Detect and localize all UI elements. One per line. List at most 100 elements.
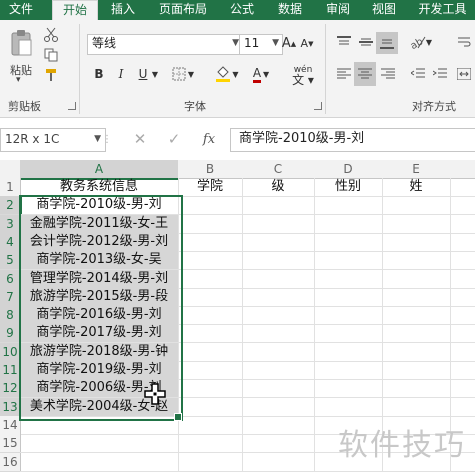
orientation-icon[interactable]: ab ▼: [408, 32, 434, 52]
row-header[interactable]: 7: [0, 287, 22, 307]
cell[interactable]: [178, 397, 243, 417]
cell[interactable]: [178, 269, 243, 289]
cell[interactable]: [242, 232, 315, 252]
resize-handle-icon[interactable]: ⋮: [102, 130, 112, 148]
cell[interactable]: [242, 452, 315, 472]
row-header[interactable]: 6: [0, 269, 22, 289]
chevron-down-icon[interactable]: ▼: [94, 129, 101, 149]
cell[interactable]: 管理学院-2014级-男-刘: [20, 269, 179, 289]
cell[interactable]: [382, 214, 451, 234]
name-box[interactable]: 12R x 1C ▼: [0, 128, 106, 152]
font-launcher-icon[interactable]: [314, 102, 322, 110]
format-painter-icon[interactable]: [42, 66, 60, 84]
cell[interactable]: 学院: [178, 178, 243, 197]
cell[interactable]: [382, 324, 451, 344]
row-header[interactable]: 13: [0, 397, 22, 417]
select-all-corner[interactable]: [0, 160, 21, 179]
paste-icon[interactable]: [8, 28, 34, 58]
cell[interactable]: [382, 232, 451, 252]
cell[interactable]: [178, 415, 243, 435]
tab-view[interactable]: 视图: [364, 0, 404, 20]
cell[interactable]: [242, 269, 315, 289]
cell[interactable]: [382, 251, 451, 271]
cell[interactable]: [314, 251, 383, 271]
cell[interactable]: [382, 361, 451, 380]
grow-font-button[interactable]: A ▲: [280, 34, 298, 53]
row-header[interactable]: 9: [0, 324, 22, 344]
align-bottom-icon[interactable]: [376, 32, 398, 54]
cell[interactable]: [20, 434, 179, 454]
cell[interactable]: [382, 306, 451, 326]
cell[interactable]: [450, 379, 475, 399]
cell[interactable]: [382, 342, 451, 362]
font-name-combo[interactable]: 等线 ▼: [87, 34, 243, 55]
clipboard-launcher-icon[interactable]: [68, 102, 76, 110]
cell[interactable]: [382, 269, 451, 289]
row-header[interactable]: 4: [0, 232, 22, 252]
align-center-icon[interactable]: [354, 62, 376, 86]
cell[interactable]: [314, 196, 383, 216]
cell[interactable]: 商学院-2010级-男-刘: [20, 196, 179, 216]
cell[interactable]: [450, 324, 475, 344]
row-header[interactable]: 11: [0, 361, 22, 380]
cell[interactable]: [314, 214, 383, 234]
cell[interactable]: [242, 342, 315, 362]
cell[interactable]: 金融学院-2011级-女-王: [20, 214, 179, 234]
cell[interactable]: [450, 361, 475, 380]
increase-indent-icon[interactable]: [430, 64, 450, 84]
cell[interactable]: [450, 215, 475, 234]
cell[interactable]: [450, 251, 475, 271]
fill-handle[interactable]: [174, 412, 182, 421]
cell[interactable]: [242, 434, 315, 454]
cell[interactable]: [314, 306, 383, 326]
row-header[interactable]: 16: [0, 452, 21, 472]
cell[interactable]: [178, 342, 243, 362]
cell[interactable]: [178, 251, 243, 271]
cell[interactable]: [382, 397, 451, 417]
cell[interactable]: [178, 306, 243, 326]
cell[interactable]: 商学院-2017级-男-刘: [20, 324, 179, 344]
cell[interactable]: [242, 361, 315, 380]
cell[interactable]: [314, 342, 383, 362]
formula-input[interactable]: 商学院-2010级-男-刘: [230, 128, 475, 152]
cell[interactable]: [314, 287, 383, 307]
font-color-button[interactable]: A ▼: [248, 64, 274, 84]
cell[interactable]: [178, 214, 243, 234]
cell[interactable]: [20, 415, 179, 435]
cell[interactable]: [382, 196, 451, 216]
cell[interactable]: [242, 251, 315, 271]
cell[interactable]: [314, 269, 383, 289]
cell[interactable]: [242, 214, 315, 234]
align-right-icon[interactable]: [378, 64, 398, 84]
cell[interactable]: [450, 306, 475, 326]
merge-center-icon[interactable]: [454, 64, 474, 84]
cell[interactable]: 旅游学院-2018级-男-钟: [20, 342, 179, 362]
cell[interactable]: [178, 324, 243, 344]
cell[interactable]: [20, 452, 179, 472]
column-header-c[interactable]: C: [242, 160, 315, 179]
tab-developer[interactable]: 开发工具: [410, 0, 475, 20]
cell[interactable]: [314, 324, 383, 344]
cell[interactable]: [242, 196, 315, 216]
column-header-a[interactable]: A: [20, 160, 179, 180]
cell[interactable]: 会计学院-2012级-男-刘: [20, 232, 179, 252]
cell[interactable]: [450, 196, 475, 216]
tab-insert[interactable]: 插入: [104, 0, 142, 20]
paste-dropdown-icon[interactable]: ▾: [16, 75, 21, 85]
cell[interactable]: [178, 434, 243, 454]
cell[interactable]: [242, 397, 315, 417]
copy-icon[interactable]: [42, 46, 60, 64]
cell[interactable]: [178, 232, 243, 252]
shrink-font-button[interactable]: A ▼: [298, 34, 316, 53]
cell[interactable]: 性别: [314, 178, 383, 197]
cancel-icon[interactable]: ✕: [130, 130, 150, 148]
cell[interactable]: [450, 288, 475, 307]
cell[interactable]: [178, 196, 243, 216]
cell[interactable]: [450, 270, 475, 289]
cell[interactable]: [450, 398, 475, 417]
fill-color-icon[interactable]: ▼: [214, 64, 240, 84]
enter-icon[interactable]: ✓: [164, 130, 184, 148]
column-header-b[interactable]: B: [178, 160, 243, 179]
cell[interactable]: [314, 232, 383, 252]
cell[interactable]: [314, 379, 383, 399]
